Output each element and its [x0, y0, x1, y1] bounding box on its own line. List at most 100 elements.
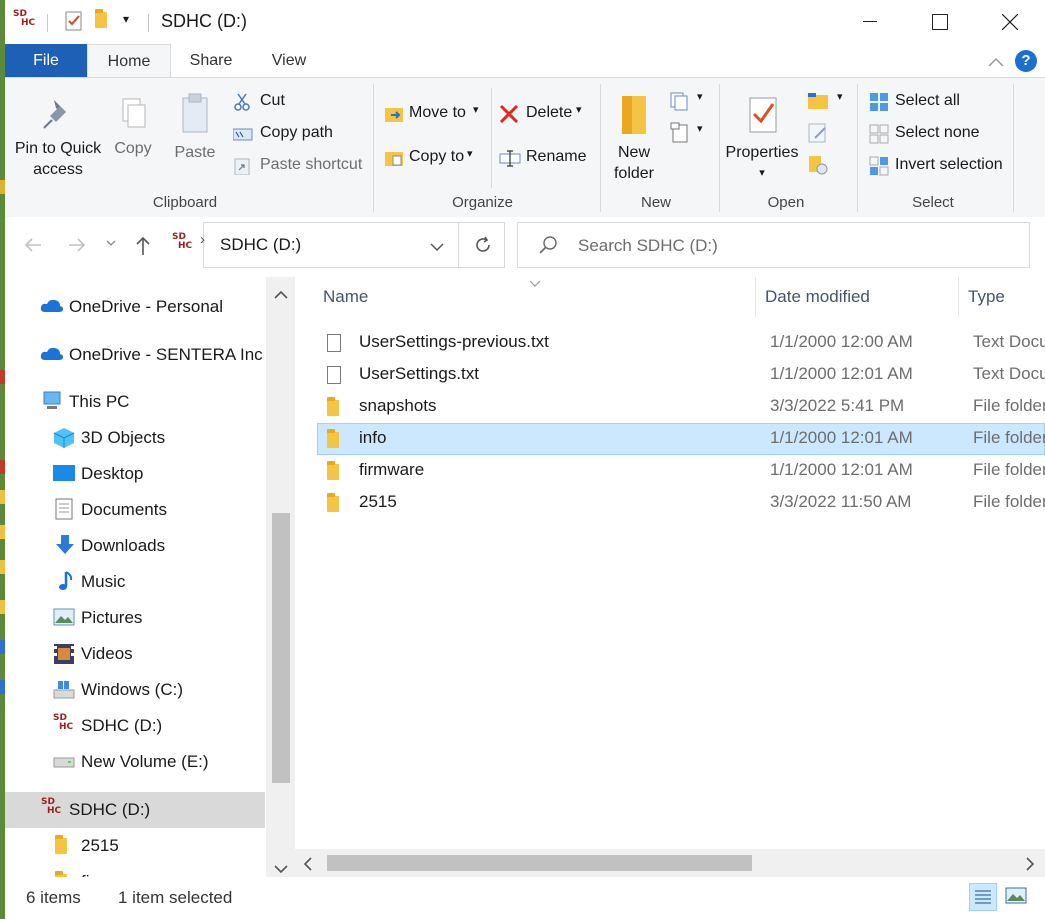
group-divider — [719, 84, 720, 212]
collapse-ribbon-icon[interactable] — [987, 53, 1005, 73]
folder-row[interactable]: firmware 1/1/2000 12:01 AM File folder — [317, 455, 1045, 487]
help-icon[interactable]: ? — [1015, 50, 1037, 72]
close-button[interactable] — [975, 0, 1045, 44]
nav-item-new-volume-e[interactable]: New Volume (E:) — [5, 744, 265, 780]
nav-label: Documents — [81, 500, 167, 519]
forward-button[interactable] — [67, 235, 87, 261]
open-button[interactable]: ▾ — [807, 90, 849, 112]
new-folder-qat-icon[interactable] — [95, 9, 119, 36]
tab-view[interactable]: View — [257, 44, 321, 77]
search-box[interactable]: Search SDHC (D:) — [517, 222, 1030, 268]
back-button[interactable] — [23, 235, 43, 261]
file-date: 3/3/2022 11:50 AM — [770, 492, 912, 511]
history-button[interactable] — [807, 154, 837, 176]
new-item-button[interactable]: ▾ — [669, 90, 709, 112]
refresh-icon — [475, 236, 490, 252]
column-header-name[interactable]: Name — [323, 277, 753, 317]
file-row[interactable]: UserSettings.txt 1/1/2000 12:01 AM Text … — [317, 359, 1045, 391]
nav-item-3d-objects[interactable]: 3D Objects — [5, 420, 265, 456]
select-group-label: Select — [912, 194, 954, 211]
document-icon — [55, 498, 77, 520]
selection-count: 1 item selected — [118, 888, 233, 907]
column-divider[interactable] — [755, 277, 756, 317]
scroll-left-icon[interactable] — [303, 856, 313, 876]
maximize-button[interactable] — [905, 0, 975, 44]
organize-group-label: Organize — [452, 194, 513, 211]
history-icon — [809, 156, 828, 175]
details-view-button[interactable] — [969, 883, 997, 911]
folder-icon — [327, 397, 345, 418]
customize-qat-icon[interactable]: ▾ — [123, 12, 147, 36]
nav-label: This PC — [69, 392, 130, 411]
nav-item-documents[interactable]: Documents — [5, 492, 265, 528]
nav-item-this-pc[interactable]: This PC — [5, 384, 265, 420]
paste-shortcut-label: Paste shortcut — [260, 156, 363, 173]
search-icon — [538, 235, 558, 260]
recent-locations-icon[interactable] — [105, 237, 117, 251]
up-button[interactable] — [133, 235, 153, 263]
nav-item-windows-c[interactable]: Windows (C:) — [5, 672, 265, 708]
window-title: SDHC (D:) — [161, 11, 247, 31]
music-icon — [57, 570, 79, 592]
address-dropdown-icon[interactable] — [430, 237, 444, 257]
nav-item-pictures[interactable]: Pictures — [5, 600, 265, 636]
scroll-up-icon[interactable] — [274, 285, 288, 305]
nav-vertical-scrollbar[interactable] — [266, 277, 295, 877]
large-icons-view-button[interactable] — [1003, 883, 1031, 911]
column-header-date[interactable]: Date modified — [765, 277, 955, 317]
nav-item-music[interactable]: Music — [5, 564, 265, 600]
nav-item-desktop[interactable]: Desktop — [5, 456, 265, 492]
folder-icon — [327, 493, 345, 514]
folder-row[interactable]: 2515 3/3/2022 11:50 AM File folder — [317, 487, 1045, 519]
nav-item-downloads[interactable]: Downloads — [5, 528, 265, 564]
scroll-thumb[interactable] — [327, 855, 752, 871]
file-name: snapshots — [359, 396, 437, 415]
tab-file[interactable]: File — [5, 44, 87, 77]
properties-button[interactable]: Properties ▾ — [725, 92, 799, 184]
chevron-down-icon: ▾ — [697, 91, 703, 103]
paste-button[interactable]: Paste — [167, 92, 223, 163]
download-icon — [55, 534, 77, 556]
nav-item-firmware[interactable]: firmware — [5, 864, 265, 877]
scroll-right-icon[interactable] — [1025, 856, 1035, 876]
column-divider[interactable] — [958, 277, 959, 317]
properties-qat-icon[interactable] — [63, 10, 87, 34]
nav-item-2515[interactable]: 2515 — [5, 828, 265, 864]
column-header-type[interactable]: Type — [968, 277, 1045, 317]
easy-access-button[interactable]: ▾ — [669, 122, 709, 144]
pin-to-quick-access-button[interactable]: Pin to Quick access — [13, 96, 103, 180]
minimize-button[interactable] — [835, 0, 905, 44]
copy-button[interactable]: Copy — [105, 96, 161, 159]
new-folder-button[interactable]: New folder — [609, 92, 659, 184]
scroll-thumb[interactable] — [272, 513, 290, 783]
open-folder-icon — [808, 93, 828, 109]
nav-item-sdhc-d[interactable]: SD HC SDHC (D:) — [5, 708, 265, 744]
tab-share[interactable]: Share — [179, 44, 243, 77]
nav-item-videos[interactable]: Videos — [5, 636, 265, 672]
breadcrumb-chevron-icon[interactable]: › — [200, 231, 205, 248]
folder-row[interactable]: snapshots 3/3/2022 5:41 PM File folder — [317, 391, 1045, 423]
refresh-button[interactable] — [458, 222, 506, 268]
nav-item-onedrive-personal[interactable]: OneDrive - Personal — [5, 289, 265, 325]
sdhc-icon: SD HC — [13, 9, 36, 28]
move-to-icon — [385, 104, 403, 122]
nav-label: New Volume (E:) — [81, 752, 209, 771]
file-type: Text Document — [973, 364, 1045, 383]
pin-icon — [43, 100, 66, 129]
nav-item-sdhc-d-expanded[interactable]: SD HC SDHC (D:) — [5, 792, 265, 828]
copy-to-icon — [385, 148, 403, 166]
select-none-icon — [869, 124, 889, 144]
folder-row-selected[interactable]: info 1/1/2000 12:01 AM File folder — [317, 423, 1045, 455]
edit-button[interactable] — [807, 122, 837, 144]
list-horizontal-scrollbar[interactable] — [295, 849, 1045, 877]
copy-path-label: Copy path — [260, 124, 333, 141]
file-row[interactable]: UserSettings-previous.txt 1/1/2000 12:00… — [317, 327, 1045, 359]
address-path[interactable]: SDHC (D:) — [220, 235, 301, 255]
nav-item-onedrive-sentera[interactable]: OneDrive - SENTERA Inc — [5, 337, 265, 373]
file-name: firmware — [359, 460, 425, 479]
scroll-down-icon[interactable] — [274, 859, 288, 877]
new-group-label: New — [640, 194, 671, 211]
folder-icon — [55, 835, 77, 860]
tab-home[interactable]: Home — [87, 44, 171, 79]
chevron-down-icon: ▾ — [473, 104, 479, 116]
